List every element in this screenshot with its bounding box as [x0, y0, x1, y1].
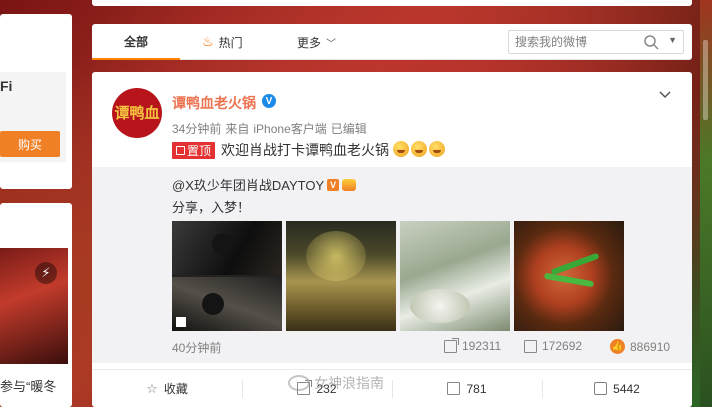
- crown-icon: [342, 178, 357, 191]
- post-source[interactable]: iPhone客户端: [253, 120, 326, 137]
- feed-tab-bar: 全部 ♨ 热门 更多 ﹀ ▼: [92, 24, 692, 60]
- post-from-label: 来自: [225, 122, 250, 136]
- post-action-bar: ☆ 收藏 232 781 5442: [92, 369, 692, 407]
- comment-icon: [524, 339, 537, 353]
- emoji-group: [393, 140, 445, 160]
- buy-button[interactable]: 购买: [0, 131, 60, 157]
- repost-author: @X玖少年团肖战DAYTOY V: [172, 175, 357, 194]
- topic-image[interactable]: [0, 248, 68, 364]
- repost-text: 分享，入梦！: [172, 200, 251, 215]
- avatar-logo-text: 谭鸭血: [114, 103, 160, 122]
- like-icon: 👍: [610, 339, 625, 354]
- comment-icon: [447, 382, 461, 395]
- repost-footer: 40分钟前 192311 172692 👍 886910: [172, 337, 672, 356]
- post-time[interactable]: 34分钟前: [172, 120, 221, 137]
- chevron-down-icon: ﹀: [326, 38, 337, 50]
- tab-more-label: 更多: [297, 35, 322, 50]
- post-text-line: 置顶 欢迎肖战打卡谭鸭血老火锅: [172, 140, 445, 160]
- search-icon[interactable]: [643, 34, 659, 50]
- tab-hot-label: 热门: [218, 35, 243, 50]
- pin-icon: [176, 145, 185, 155]
- pinned-badge: 置顶: [172, 141, 216, 159]
- weibo-logo-icon: [288, 375, 310, 391]
- comment-count: 781: [466, 381, 487, 396]
- share-icon: [444, 337, 459, 353]
- pinned-label: 置顶: [187, 143, 212, 158]
- photo-thumbnail[interactable]: [286, 221, 396, 331]
- repost-share-stat[interactable]: 192311: [444, 337, 502, 353]
- post-text: 欢迎肖战打卡谭鸭血老火锅: [221, 142, 390, 158]
- verified-icon: V: [262, 94, 276, 108]
- verified-badge-icon: V: [327, 178, 340, 191]
- fire-icon: ♨: [202, 34, 214, 49]
- post-edited: 已编辑: [330, 122, 367, 136]
- topic-caption[interactable]: 参与“暖冬: [0, 376, 56, 395]
- repost-share-count: 192311: [462, 339, 502, 353]
- image-grid: [172, 221, 624, 331]
- emoji-icon: [410, 140, 427, 157]
- like-button[interactable]: 5442: [542, 370, 692, 407]
- promo-title-fragment: Fi: [0, 78, 13, 94]
- repost-comment-stat[interactable]: 172692: [524, 339, 582, 353]
- watermark: 女神浪指南: [288, 373, 384, 393]
- collect-button[interactable]: ☆ 收藏: [92, 370, 242, 407]
- photo-thumbnail[interactable]: [172, 221, 282, 331]
- watermark-text: 女神浪指南: [314, 375, 384, 391]
- top-card-edge: [92, 0, 692, 6]
- repost-time[interactable]: 40分钟前: [172, 339, 221, 356]
- collect-label: 收藏: [163, 382, 188, 396]
- emoji-icon: [393, 140, 410, 157]
- search-input[interactable]: [515, 31, 643, 53]
- emoji-icon: [428, 140, 445, 157]
- tab-all[interactable]: 全部: [92, 24, 180, 60]
- lightning-icon: ⚡: [35, 262, 57, 284]
- tab-hot[interactable]: ♨ 热门: [202, 24, 243, 60]
- feed-card: 谭鸭血 谭鸭血老火锅 V 34分钟前 来自 iPhone客户端 已编辑 置顶 欢…: [92, 72, 692, 407]
- photo-thumbnail[interactable]: [514, 221, 624, 331]
- repost-like-count: 886910: [630, 339, 671, 354]
- like-count: 5442: [613, 381, 640, 396]
- tab-more[interactable]: 更多 ﹀: [297, 24, 336, 60]
- left-promo-card: Fi 购买: [0, 14, 72, 189]
- comment-button[interactable]: 781: [392, 370, 542, 407]
- repost-author-name[interactable]: @X玖少年团肖战DAYTOY: [172, 175, 324, 194]
- chevron-down-icon[interactable]: [658, 88, 672, 102]
- thumbs-up-icon: [594, 382, 608, 395]
- avatar[interactable]: 谭鸭血: [112, 88, 162, 138]
- repost-comment-count: 172692: [542, 339, 583, 353]
- search-dropdown-icon[interactable]: ▼: [668, 35, 677, 45]
- repost-like-stat[interactable]: 👍 886910: [610, 339, 670, 354]
- search-box: ▼: [508, 30, 684, 54]
- post-meta: 34分钟前 来自 iPhone客户端 已编辑: [172, 120, 367, 137]
- photo-thumbnail[interactable]: [400, 221, 510, 331]
- scrollbar[interactable]: [703, 40, 708, 120]
- star-icon: ☆: [146, 380, 158, 396]
- post-username[interactable]: 谭鸭血老火锅: [172, 93, 256, 113]
- repost-block: @X玖少年团肖战DAYTOY V 分享，入梦！ 40分钟前 192311 172: [92, 167, 692, 363]
